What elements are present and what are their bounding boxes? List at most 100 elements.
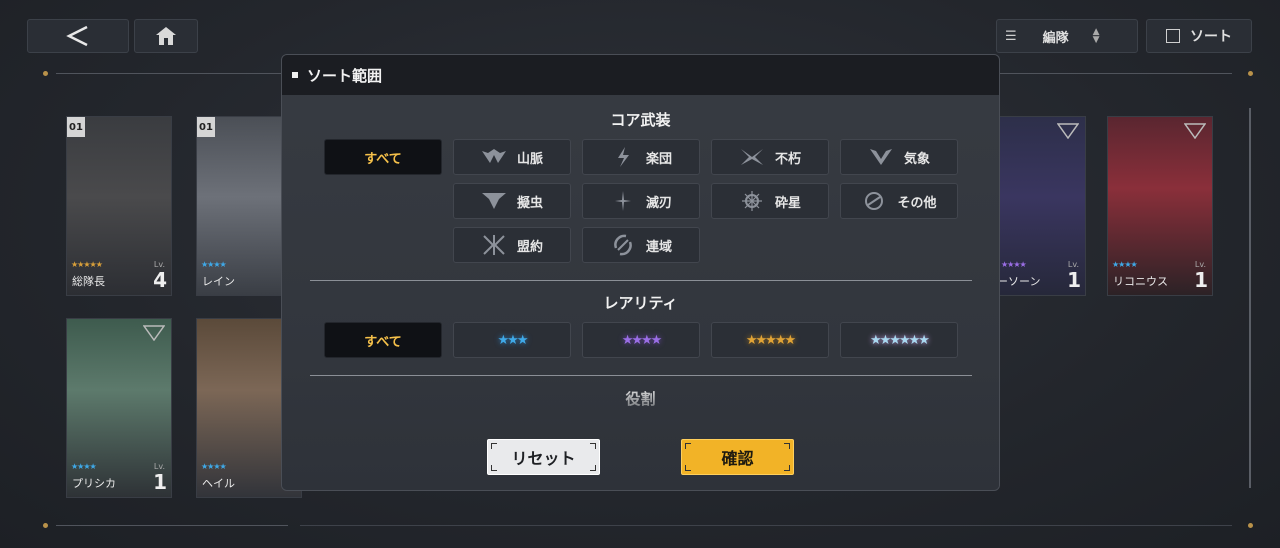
rarity-filter-6-star[interactable]: ★★★★★★: [840, 322, 958, 358]
frame-dot: [43, 71, 48, 76]
core-filter-insect[interactable]: 擬虫: [453, 183, 571, 219]
formation-label: 編隊: [1042, 30, 1069, 46]
home-button[interactable]: [134, 19, 198, 53]
character-name: リコニウス: [1113, 275, 1168, 288]
chip-label: 擬虫: [516, 195, 543, 211]
reset-button[interactable]: リセット: [487, 439, 600, 475]
rarity-stars: ★★★★★★: [870, 332, 930, 348]
immortal-icon: [739, 146, 765, 168]
rarity-stars: ★★★: [497, 332, 529, 348]
orchestra-icon: [610, 146, 636, 168]
home-icon: [156, 27, 176, 45]
chip-label: すべて: [364, 334, 402, 350]
core-filter-other[interactable]: その他: [840, 183, 958, 219]
frame-line-top-left: [56, 73, 286, 74]
sort-order-icon: ▲ ▼: [1092, 27, 1100, 45]
sort-icon: [1166, 29, 1180, 43]
formation-button[interactable]: ☰ 編隊 ▲ ▼: [996, 19, 1138, 53]
rarity-filter-3-star[interactable]: ★★★: [453, 322, 571, 358]
formation-badge: 01: [197, 117, 215, 137]
frame-line-top-right: [1000, 73, 1232, 74]
chip-label: 砕星: [774, 195, 801, 211]
rarity-stars: ★★★★: [71, 462, 97, 471]
core-section-title: コア武装: [610, 111, 671, 129]
frame-line-bottom: [300, 525, 1232, 526]
rarity-filter-5-star[interactable]: ★★★★★: [711, 322, 829, 358]
core-filter-covenant[interactable]: 盟約: [453, 227, 571, 263]
other-icon: [861, 190, 887, 212]
core-filter-mountain[interactable]: 山脈: [453, 139, 571, 175]
character-name: 総隊長: [72, 275, 105, 288]
character-card[interactable]: ★★★★ Lv. プリシカ 1: [66, 318, 172, 498]
confirm-button[interactable]: 確認: [681, 439, 794, 475]
core-filter-weather[interactable]: 気象: [840, 139, 958, 175]
section-divider: [310, 375, 972, 376]
sort-range-dialog: ソート範囲 コア武装 すべて 山脈 楽団 不朽 気象 擬虫 滅刃 砕星 その他 …: [281, 54, 1000, 491]
rarity-stars: ★★★★: [1112, 260, 1138, 269]
core-emblem-icon: [1057, 123, 1079, 139]
chip-label: その他: [897, 195, 937, 211]
frame-dot: [43, 523, 48, 528]
sort-button[interactable]: ソート: [1146, 19, 1252, 53]
chip-label: 楽団: [645, 151, 672, 167]
blade-icon: [610, 190, 636, 212]
confirm-label: 確認: [721, 449, 754, 468]
back-button[interactable]: [27, 19, 129, 53]
rarity-stars: ★★★★: [1001, 260, 1027, 269]
character-name: プリシカ: [72, 477, 116, 490]
core-filter-immortal[interactable]: 不朽: [711, 139, 829, 175]
filter-lines-icon: ☰: [1005, 28, 1017, 44]
formation-badge: 01: [67, 117, 85, 137]
mountain-icon: [481, 146, 507, 168]
rarity-stars: ★★★★: [201, 260, 227, 269]
core-filter-blade[interactable]: 滅刃: [582, 183, 700, 219]
dialog-title: ソート範囲: [307, 66, 383, 85]
chip-label: 山脈: [516, 151, 543, 167]
chip-label: 連域: [645, 239, 672, 255]
header-square-icon: [292, 72, 298, 78]
core-filter-all[interactable]: すべて: [324, 139, 442, 175]
core-filter-orchestra[interactable]: 楽団: [582, 139, 700, 175]
scrollbar[interactable]: [1249, 108, 1251, 488]
chip-label: 気象: [903, 151, 930, 167]
sort-label: ソート: [1190, 29, 1232, 45]
rarity-stars: ★★★★: [621, 332, 663, 348]
core-filter-link[interactable]: 連域: [582, 227, 700, 263]
link-icon: [610, 234, 636, 256]
character-level: 1: [1067, 268, 1081, 292]
character-name: レイン: [202, 275, 235, 288]
reset-label: リセット: [511, 449, 576, 468]
dialog-header: ソート範囲: [282, 55, 999, 95]
chip-label: 滅刃: [645, 195, 672, 211]
rarity-stars: ★★★★: [201, 462, 227, 471]
rarity-section-title: レアリティ: [603, 294, 678, 312]
rarity-stars: ★★★★★: [71, 260, 103, 269]
chip-label: すべて: [364, 151, 402, 167]
chip-label: 不朽: [774, 151, 801, 167]
character-card[interactable]: 01 ★★★★★ Lv. 総隊長 4: [66, 116, 172, 296]
section-divider: [310, 280, 972, 281]
character-card[interactable]: ★★★★ Lv. ーソーン 1: [996, 116, 1086, 296]
rarity-filter-all[interactable]: すべて: [324, 322, 442, 358]
frame-line-bottom-left: [56, 525, 288, 526]
chip-label: 盟約: [516, 239, 543, 255]
character-level: 1: [153, 470, 167, 494]
character-name: ーソーン: [997, 275, 1041, 288]
frame-dot: [1248, 71, 1253, 76]
weather-icon: [868, 146, 894, 168]
character-name: ヘイル: [202, 477, 235, 490]
frame-dot: [1248, 523, 1253, 528]
scroll-fade: [282, 385, 999, 490]
core-filter-star-breaker[interactable]: 砕星: [711, 183, 829, 219]
character-level: 4: [153, 268, 167, 292]
star-breaker-icon: [739, 190, 765, 212]
covenant-icon: [481, 234, 507, 256]
rarity-stars: ★★★★★: [745, 332, 796, 348]
character-level: 1: [1194, 268, 1208, 292]
insect-icon: [481, 190, 507, 212]
core-emblem-icon: [143, 325, 165, 341]
rarity-filter-4-star[interactable]: ★★★★: [582, 322, 700, 358]
core-emblem-icon: [1184, 123, 1206, 139]
character-card[interactable]: ★★★★ Lv. リコニウス 1: [1107, 116, 1213, 296]
chevron-left-icon: [66, 25, 88, 47]
